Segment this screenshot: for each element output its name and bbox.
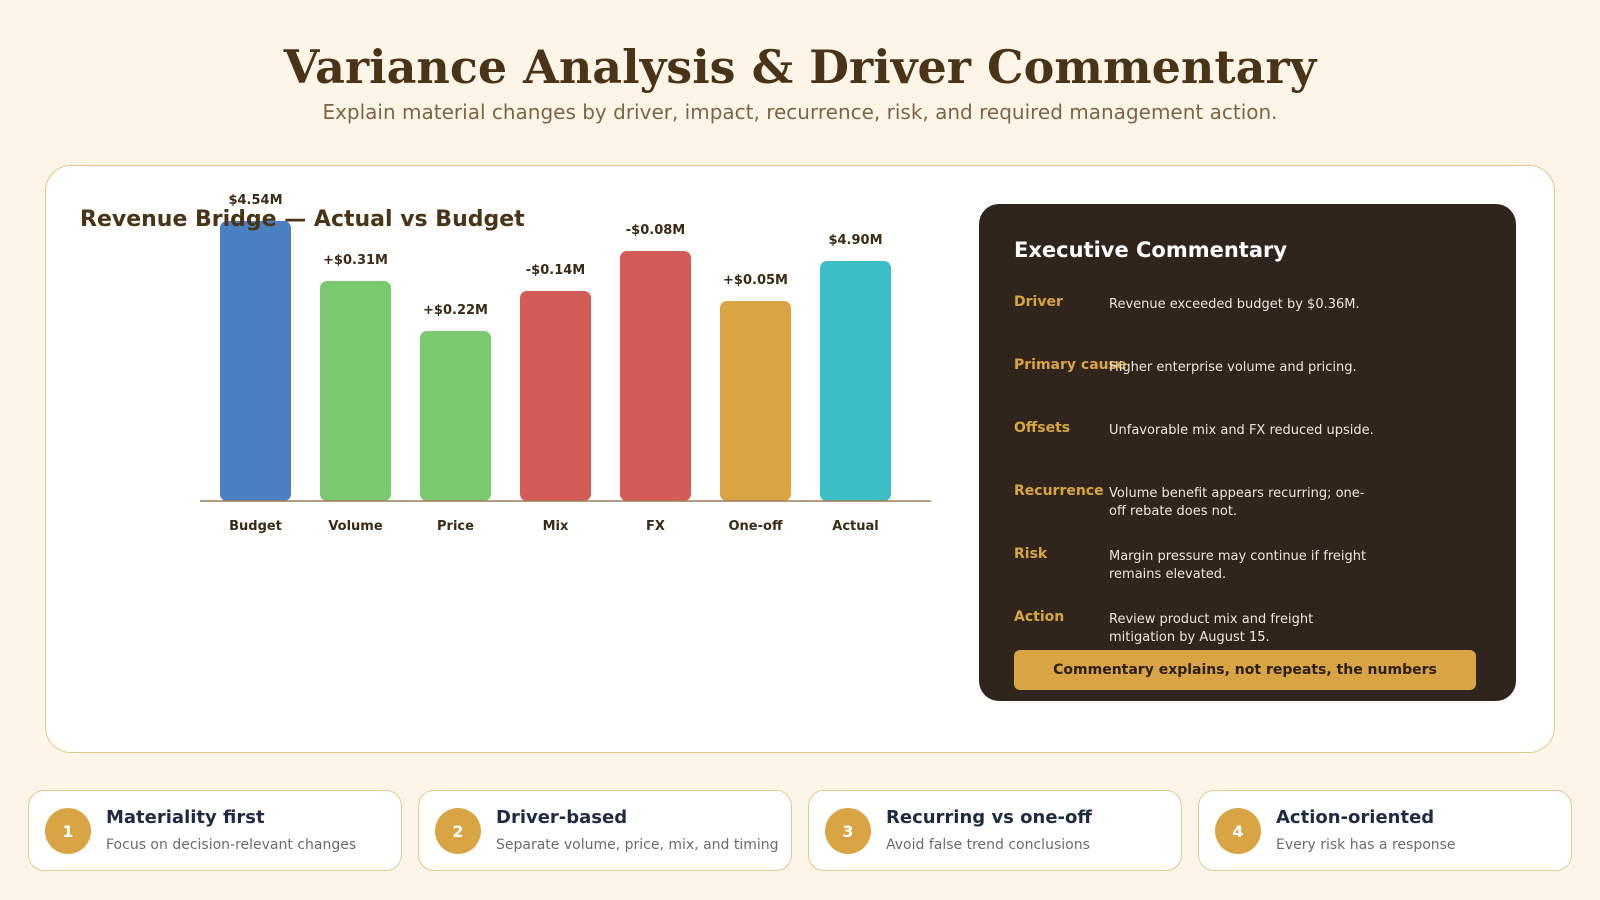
bar-actual — [820, 261, 891, 501]
x-tick-label: Actual — [832, 519, 878, 534]
commentary-label: Offsets — [1014, 420, 1071, 436]
principle-description: Separate volume, price, mix, and timing — [496, 837, 779, 853]
bar-mix — [520, 291, 591, 501]
commentary-label: Driver — [1014, 294, 1063, 310]
bar-price — [420, 331, 491, 501]
commentary-text: Higher enterprise volume and pricing. — [1109, 360, 1357, 375]
principle-description: Avoid false trend conclusions — [886, 837, 1090, 853]
commentary-label: Recurrence — [1014, 483, 1104, 499]
principle-number-badge: 1 — [45, 808, 91, 854]
commentary-title: Executive Commentary — [1014, 238, 1288, 262]
principle-title: Action-oriented — [1276, 807, 1435, 828]
principle-description: Focus on decision-relevant changes — [106, 837, 357, 853]
commentary-label: Action — [1014, 609, 1065, 625]
x-tick-label: Volume — [328, 519, 383, 534]
x-tick-label: Budget — [229, 519, 282, 534]
bars-layer: $4.54M Budget +$0.31M Volume +$0.22M Price -$0… — [220, 193, 891, 534]
data-label: -$0.14M — [526, 263, 585, 278]
principle-description: Every risk has a response — [1276, 837, 1456, 853]
data-label: +$0.31M — [323, 253, 388, 268]
commentary-text: Review product mix and freight mitigatio… — [1109, 612, 1314, 645]
chart-title: Revenue Bridge — Actual vs Budget — [80, 207, 525, 232]
bar-one-off — [720, 301, 791, 501]
commentary-text: Unfavorable mix and FX reduced upside. — [1109, 423, 1374, 438]
principle-title: Materiality first — [106, 807, 265, 828]
x-tick-label: Price — [437, 519, 474, 534]
x-tick-label: Mix — [543, 519, 569, 534]
x-tick-label: One-off — [729, 519, 783, 534]
data-label: -$0.08M — [626, 223, 685, 238]
commentary-text: Margin pressure may continue if freight … — [1109, 549, 1367, 582]
commentary-label: Risk — [1014, 546, 1048, 562]
bar-fx — [620, 251, 691, 501]
bar-volume — [320, 281, 391, 501]
commentary-text: Volume benefit appears recurring; one-of… — [1109, 486, 1365, 519]
x-tick-label: FX — [646, 519, 665, 534]
data-label: $4.90M — [828, 233, 882, 248]
principle-number-badge: 4 — [1215, 808, 1261, 854]
data-label: +$0.22M — [423, 303, 488, 318]
commentary-callout: Commentary explains, not repeats, the nu… — [1014, 650, 1476, 690]
principle-card-action-oriented: 4 Action-oriented Every risk has a respo… — [1198, 790, 1572, 871]
executive-commentary-panel: Executive Commentary Driver Revenue exce… — [979, 204, 1516, 701]
principle-number-badge: 2 — [435, 808, 481, 854]
bar-budget — [220, 221, 291, 501]
principle-title: Recurring vs one-off — [886, 807, 1092, 828]
principle-card-driver-based: 2 Driver-based Separate volume, price, m… — [418, 790, 792, 871]
principle-card-materiality: 1 Materiality first Focus on decision-re… — [28, 790, 402, 871]
data-label: $4.54M — [228, 193, 282, 208]
commentary-text: Revenue exceeded budget by $0.36M. — [1109, 297, 1360, 312]
principle-card-recurring: 3 Recurring vs one-off Avoid false trend… — [808, 790, 1182, 871]
data-label: +$0.05M — [723, 273, 788, 288]
principle-title: Driver-based — [496, 807, 628, 828]
principle-number-badge: 3 — [825, 808, 871, 854]
